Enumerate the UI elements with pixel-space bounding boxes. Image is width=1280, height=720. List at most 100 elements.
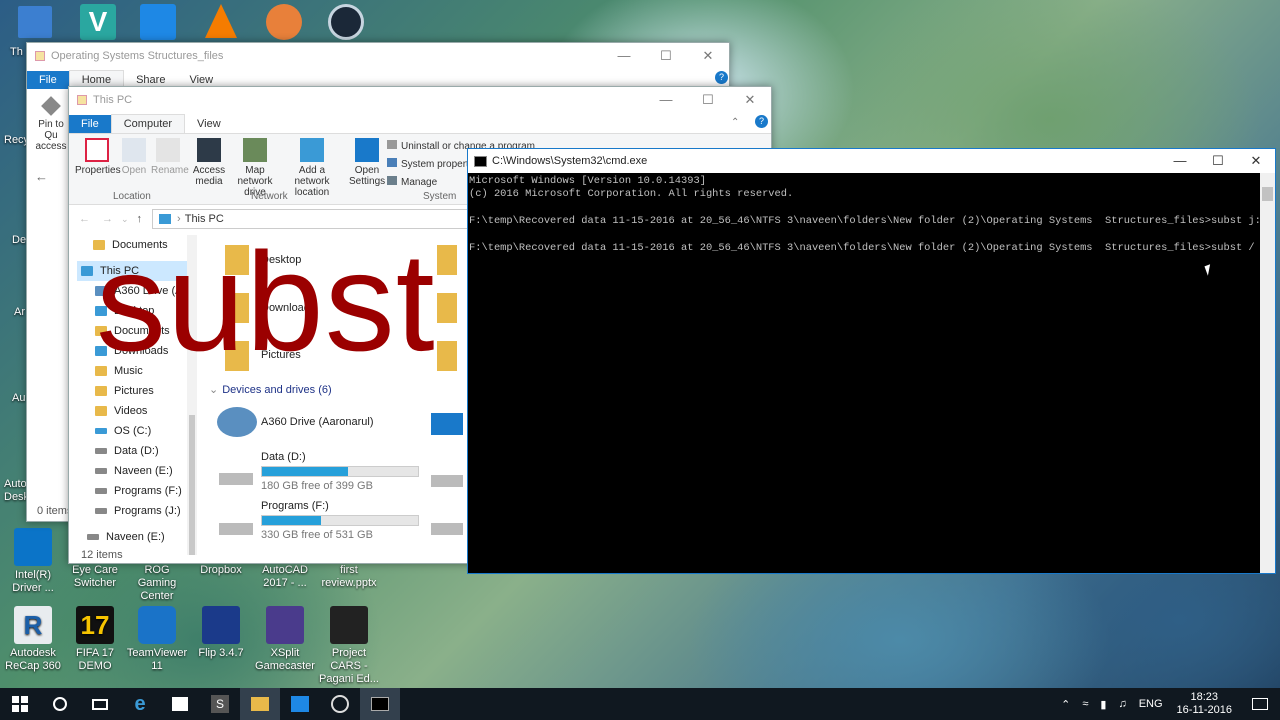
properties-button[interactable]: Properties bbox=[75, 138, 121, 176]
devices-section-header[interactable]: ⌄ Devices and drives (6) bbox=[209, 383, 332, 396]
drive-usage-bar bbox=[261, 466, 419, 477]
teamviewer-desktop-icon[interactable]: TeamViewer 11 bbox=[126, 606, 188, 673]
ribbon-collapse-icon[interactable]: ⌃ bbox=[731, 117, 739, 128]
maximize-button[interactable]: ☐ bbox=[687, 87, 729, 113]
cmd-scrollbar-thumb[interactable] bbox=[1262, 187, 1273, 201]
tab-view[interactable]: View bbox=[185, 115, 233, 133]
help-icon[interactable]: ? bbox=[755, 115, 768, 128]
open-button[interactable]: Open bbox=[119, 138, 149, 176]
steam-icon bbox=[331, 695, 349, 713]
search-button[interactable] bbox=[40, 688, 80, 720]
taskbar-share-app[interactable] bbox=[280, 688, 320, 720]
language-indicator[interactable]: ENG bbox=[1139, 698, 1163, 710]
ribbon-tabs: File Computer View bbox=[69, 113, 771, 133]
drive-usage-fill bbox=[262, 516, 322, 525]
cmd-scrollbar[interactable] bbox=[1260, 173, 1275, 573]
dropbox-desktop-icon[interactable]: Dropbox bbox=[190, 564, 252, 577]
rename-button[interactable]: Rename bbox=[151, 138, 189, 176]
chevron-up-icon[interactable]: ⌃ bbox=[1061, 698, 1070, 711]
help-icon[interactable]: ? bbox=[715, 71, 728, 84]
open-settings-button[interactable]: Open Settings bbox=[349, 138, 385, 187]
window-title: Operating Systems Structures_files bbox=[51, 50, 224, 62]
nav-item-os-c[interactable]: OS (C:) bbox=[77, 421, 187, 441]
minimize-button[interactable]: — bbox=[645, 87, 687, 113]
blender-icon[interactable] bbox=[266, 4, 302, 40]
nav-item-naveen-e[interactable]: Naveen (E:) bbox=[77, 461, 187, 481]
drive-data-d[interactable]: Data (D:) 180 GB free of 399 GB bbox=[261, 451, 419, 492]
taskbar-steam[interactable] bbox=[320, 688, 360, 720]
taskbar-app-s[interactable]: S bbox=[200, 688, 240, 720]
nav-item-naveen-e-2[interactable]: Naveen (E:) bbox=[77, 527, 187, 547]
close-button[interactable]: ✕ bbox=[729, 87, 771, 113]
console-output[interactable]: Microsoft Windows [Version 10.0.14393] (… bbox=[468, 173, 1275, 255]
maximize-button[interactable]: ☐ bbox=[1199, 149, 1237, 173]
cmd-title-bar[interactable]: C:\Windows\System32\cmd.exe bbox=[468, 149, 1275, 173]
autodesk-v-icon[interactable]: V bbox=[80, 4, 116, 40]
drive-a360[interactable]: A360 Drive (Aaronarul) bbox=[261, 416, 374, 428]
nav-scrollbar-thumb[interactable] bbox=[189, 415, 195, 555]
minimize-button[interactable]: — bbox=[1161, 149, 1199, 173]
notifications-icon[interactable] bbox=[1252, 698, 1268, 710]
desktop-partial-label[interactable]: De bbox=[12, 234, 26, 246]
back-arrow-icon[interactable]: ← bbox=[35, 169, 48, 184]
tab-file[interactable]: File bbox=[69, 115, 111, 133]
drive-usage-bar bbox=[261, 515, 419, 526]
battery-icon[interactable]: ▮ bbox=[1100, 698, 1106, 711]
taskbar-store[interactable] bbox=[160, 688, 200, 720]
add-network-location-button[interactable]: Add a network location bbox=[283, 138, 341, 198]
wifi-icon[interactable]: ≈ bbox=[1082, 698, 1088, 710]
nav-item-programs-j[interactable]: Programs (J:) bbox=[77, 501, 187, 521]
access-media-button[interactable]: Access media bbox=[191, 138, 227, 187]
this-pc-desktop-icon[interactable] bbox=[18, 6, 52, 38]
tab-computer[interactable]: Computer bbox=[110, 114, 186, 133]
nav-item-pictures[interactable]: Pictures bbox=[77, 381, 187, 401]
nav-item-programs-f[interactable]: Programs (F:) bbox=[77, 481, 187, 501]
autocad-desktop-icon[interactable]: AutoCAD 2017 - ... bbox=[254, 564, 316, 590]
drive-programs-f[interactable]: Programs (F:) 330 GB free of 531 GB bbox=[261, 500, 419, 541]
hard-drive-icon[interactable] bbox=[431, 523, 463, 535]
flip-desktop-icon[interactable]: Flip 3.4.7 bbox=[190, 606, 252, 660]
desktop-icon-label: AutoCAD 2017 - ... bbox=[262, 564, 308, 589]
steam-icon[interactable] bbox=[328, 4, 364, 40]
clock-date: 16-11-2016 bbox=[1176, 704, 1232, 716]
xsplit-desktop-icon[interactable]: XSplit Gamecaster bbox=[254, 606, 316, 673]
cmd-window[interactable]: C:\Windows\System32\cmd.exe — ☐ ✕ Micros… bbox=[467, 148, 1276, 574]
rog-desktop-icon[interactable]: ROG Gaming Center bbox=[126, 564, 188, 603]
hard-drive-icon[interactable] bbox=[431, 475, 463, 487]
hard-drive-icon[interactable] bbox=[219, 523, 253, 535]
desktop-partial-label[interactable]: Au bbox=[12, 392, 25, 404]
windows-drive-icon[interactable] bbox=[431, 413, 463, 435]
edge-icon: e bbox=[134, 692, 146, 715]
map-network-drive-button[interactable]: Map network drive bbox=[227, 138, 283, 198]
taskbar-edge[interactable]: e bbox=[120, 688, 160, 720]
desktop-icon-label: Project CARS - Pagani Ed... bbox=[319, 647, 379, 685]
volume-icon[interactable]: ♫ bbox=[1118, 698, 1126, 710]
back-arrow-icon[interactable]: ← bbox=[79, 213, 90, 225]
hard-drive-icon[interactable] bbox=[219, 473, 253, 485]
pptx-desktop-icon[interactable]: first review.pptx bbox=[318, 564, 380, 590]
tab-file[interactable]: File bbox=[27, 71, 69, 89]
close-button[interactable]: ✕ bbox=[687, 43, 729, 69]
taskbar-cmd[interactable] bbox=[360, 688, 400, 720]
clock[interactable]: 18:23 16-11-2016 bbox=[1177, 691, 1232, 717]
task-view-button[interactable] bbox=[80, 688, 120, 720]
eye-care-desktop-icon[interactable]: Eye Care Switcher bbox=[64, 564, 126, 590]
nav-item-videos[interactable]: Videos bbox=[77, 401, 187, 421]
nav-item-data-d[interactable]: Data (D:) bbox=[77, 441, 187, 461]
pin-icon bbox=[41, 96, 61, 116]
pin-to-quick-access-button[interactable]: Pin to Qu access bbox=[31, 96, 71, 152]
minimize-button[interactable]: — bbox=[603, 43, 645, 69]
a360-drive-icon[interactable] bbox=[217, 407, 257, 437]
recap-desktop-icon[interactable]: R Autodesk ReCap 360 bbox=[2, 606, 64, 673]
start-button[interactable] bbox=[0, 688, 40, 720]
desktop-partial-label[interactable]: Ar bbox=[14, 306, 25, 318]
close-button[interactable]: ✕ bbox=[1237, 149, 1275, 173]
project-cars-desktop-icon[interactable]: Project CARS - Pagani Ed... bbox=[318, 606, 380, 686]
intel-driver-desktop-icon[interactable]: Intel(R) Driver ... bbox=[2, 528, 64, 595]
share-app-icon[interactable] bbox=[140, 4, 176, 40]
group-system: System bbox=[423, 191, 457, 202]
maximize-button[interactable]: ☐ bbox=[645, 43, 687, 69]
vlc-icon[interactable] bbox=[205, 4, 237, 38]
fifa-desktop-icon[interactable]: 17 FIFA 17 DEMO bbox=[64, 606, 126, 673]
taskbar-file-explorer[interactable] bbox=[240, 688, 280, 720]
